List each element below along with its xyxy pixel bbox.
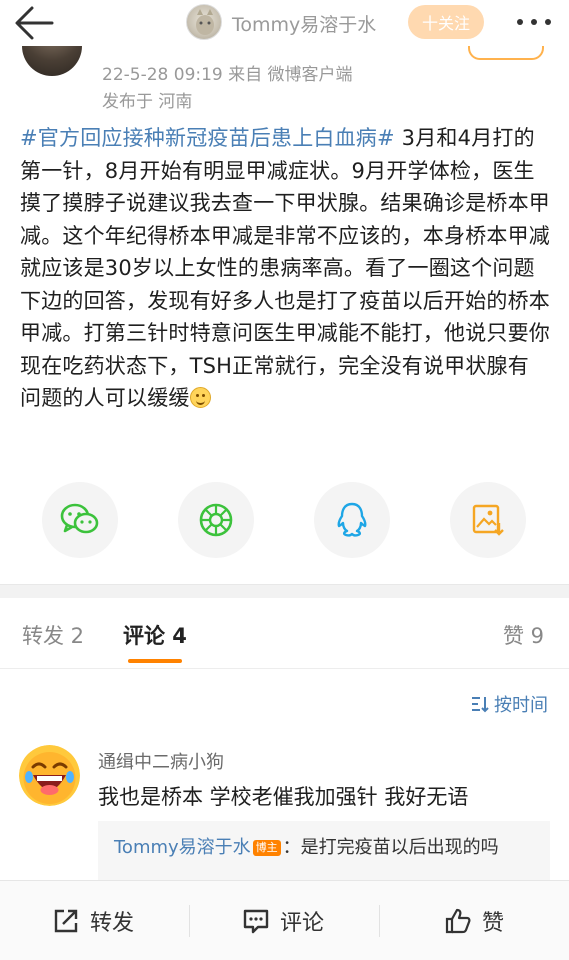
- post-hashtag[interactable]: #官方回应接种新冠疫苗后患上白血病#: [20, 126, 395, 150]
- top-nav-bar: Tommy易溶于水 十关注: [0, 0, 569, 46]
- header-username[interactable]: Tommy易溶于水: [232, 10, 376, 37]
- share-qq-button[interactable]: [314, 482, 390, 558]
- wechat-icon: [60, 503, 99, 534]
- post-location: 发布于 河南: [102, 92, 193, 112]
- back-arrow-icon: [15, 6, 54, 40]
- sort-by-time-button[interactable]: 按时间: [470, 691, 548, 717]
- reply-text: ：是打完疫苗以后出现的吗: [282, 837, 499, 858]
- comment-button[interactable]: 评论: [242, 881, 324, 960]
- comment-text: 我也是桥本 学校老催我加强针 我好无语: [98, 785, 469, 809]
- sort-icon: [472, 697, 489, 713]
- share-moments-button[interactable]: [178, 482, 254, 558]
- tab-repost[interactable]: 转发 2: [22, 620, 84, 650]
- comment-label: 评论: [280, 911, 325, 936]
- commenter-avatar[interactable]: [19, 745, 80, 806]
- smile-emoji-icon: [189, 387, 211, 408]
- repost-label: 转发: [90, 911, 135, 936]
- commenter-username[interactable]: 通缉中二病小狗: [98, 748, 224, 774]
- moments-icon: [199, 503, 233, 537]
- bottom-separator: [189, 905, 190, 937]
- tab-likes[interactable]: 赞 9: [503, 620, 544, 650]
- qq-icon: [337, 502, 367, 537]
- more-options-button[interactable]: [514, 10, 554, 34]
- post-content: #官方回应接种新冠疫苗后患上白血病# 3月和4月打的第一针，8月开始有明显甲减症…: [20, 122, 550, 415]
- section-divider: [0, 584, 569, 598]
- repost-icon: [54, 909, 78, 933]
- active-tab-indicator: [128, 659, 182, 663]
- bottom-separator: [379, 905, 380, 937]
- comment-icon: [243, 909, 269, 934]
- more-dots-icon: [517, 19, 551, 25]
- save-image-button[interactable]: [450, 482, 526, 558]
- author-badge: 博主: [252, 840, 281, 856]
- save-image-icon: [472, 504, 504, 536]
- tab-divider: [0, 668, 569, 669]
- follow-button[interactable]: 十关注: [408, 5, 484, 39]
- sort-label: 按时间: [494, 695, 548, 716]
- reply-username[interactable]: Tommy易溶于水: [114, 837, 251, 858]
- back-button[interactable]: [12, 4, 56, 42]
- thumbs-up-icon: [445, 908, 471, 934]
- like-label: 赞: [482, 911, 505, 936]
- like-button[interactable]: 赞: [444, 881, 504, 960]
- post-date-source: 22-5-28 09:19 来自 微博客户端: [102, 65, 353, 85]
- post-body-text: 3月和4月打的第一针，8月开始有明显甲减症状。9月开学体检，医生摸了摸脖子说建议…: [20, 126, 550, 410]
- bottom-action-bar: 转发 评论 赞: [0, 880, 569, 960]
- repost-button[interactable]: 转发: [52, 881, 134, 960]
- share-wechat-button[interactable]: [42, 482, 118, 558]
- tab-comments[interactable]: 评论 4: [123, 620, 187, 650]
- header-avatar[interactable]: [186, 4, 222, 40]
